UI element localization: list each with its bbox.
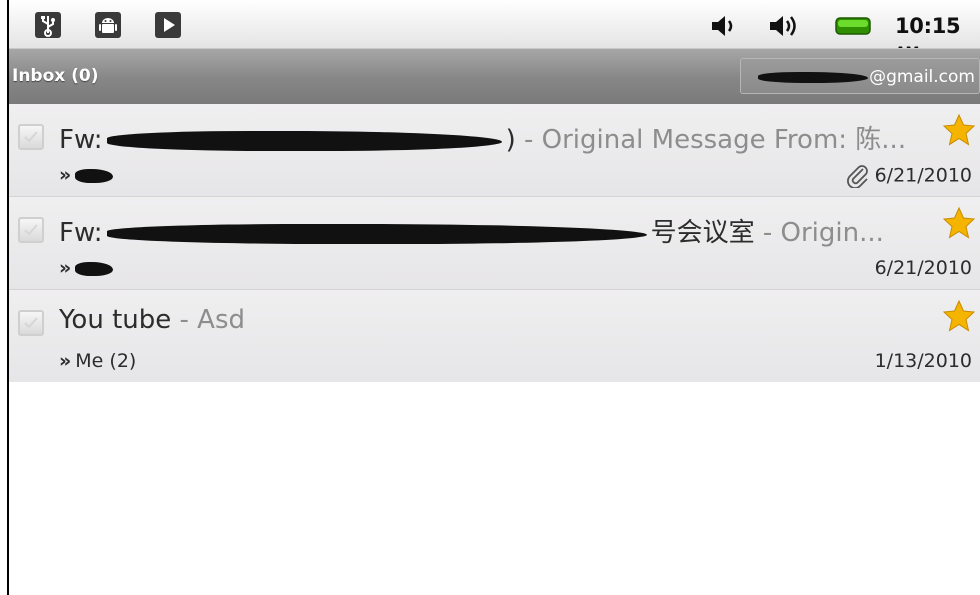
star-icon[interactable] (942, 299, 976, 333)
message-subject: Fw: 号会议室 - Origin... (59, 212, 939, 249)
select-checkbox[interactable] (18, 124, 44, 150)
message-date-area: 6/21/2010 (845, 164, 972, 188)
account-email: @gmail.com (758, 67, 975, 87)
usb-icon (35, 12, 61, 38)
message-list: Fw:) - Original Message From: 陈... » 6/2… (9, 104, 980, 382)
redacted-subject (106, 223, 647, 244)
account-domain: @gmail.com (869, 67, 975, 87)
redacted-sender (75, 261, 114, 276)
participants-chevron: » (59, 350, 71, 372)
message-row[interactable]: Fw: 号会议室 - Origin... » 6/21/2010 (9, 197, 980, 290)
message-date: 6/21/2010 (874, 257, 972, 279)
message-snippet: - Original Message From: 陈... (515, 125, 907, 155)
message-snippet: - Origin... (754, 218, 884, 248)
message-participants: » (59, 257, 114, 279)
subject-prefix: Fw: (59, 125, 103, 155)
account-selector[interactable]: @gmail.com (740, 58, 980, 94)
subject-tail: 号会议室 (650, 218, 755, 248)
clock-time: 10:15 (895, 14, 961, 38)
participants-chevron: » (59, 164, 71, 186)
participants-chevron: » (59, 257, 71, 279)
volume-icon (712, 16, 733, 36)
star-icon[interactable] (942, 113, 976, 147)
volume-loud-icon (770, 16, 796, 36)
message-subject: Fw:) - Original Message From: 陈... (59, 119, 939, 156)
redacted-sender (75, 168, 114, 183)
subject-text: You tube (59, 305, 172, 335)
subject-prefix: Fw: (59, 218, 103, 248)
android-icon (95, 12, 121, 38)
message-row[interactable]: Fw:) - Original Message From: 陈... » 6/2… (9, 104, 980, 197)
folder-title: Inbox (0) (12, 66, 99, 86)
redacted-username (758, 71, 869, 83)
play-icon (155, 12, 181, 38)
message-date: 1/13/2010 (874, 350, 972, 372)
participants-text: Me (2) (75, 350, 137, 372)
message-date: 6/21/2010 (874, 164, 972, 187)
message-participants: » Me (2) (59, 350, 136, 372)
star-icon[interactable] (942, 206, 976, 240)
paperclip-icon (846, 165, 868, 188)
message-row[interactable]: You tube - Asd » Me (2) 1/13/2010 (9, 290, 980, 382)
message-participants: » (59, 164, 114, 186)
status-bar: 10:15 AM (9, 0, 980, 61)
battery-icon (835, 17, 871, 35)
message-snippet: - Asd (171, 305, 246, 335)
subject-tail: ) (505, 125, 516, 155)
select-checkbox[interactable] (18, 217, 44, 243)
select-checkbox[interactable] (18, 310, 44, 336)
redacted-subject (106, 130, 502, 151)
message-subject: You tube - Asd (59, 305, 939, 335)
title-bar: Inbox (0) @gmail.com (9, 48, 980, 104)
